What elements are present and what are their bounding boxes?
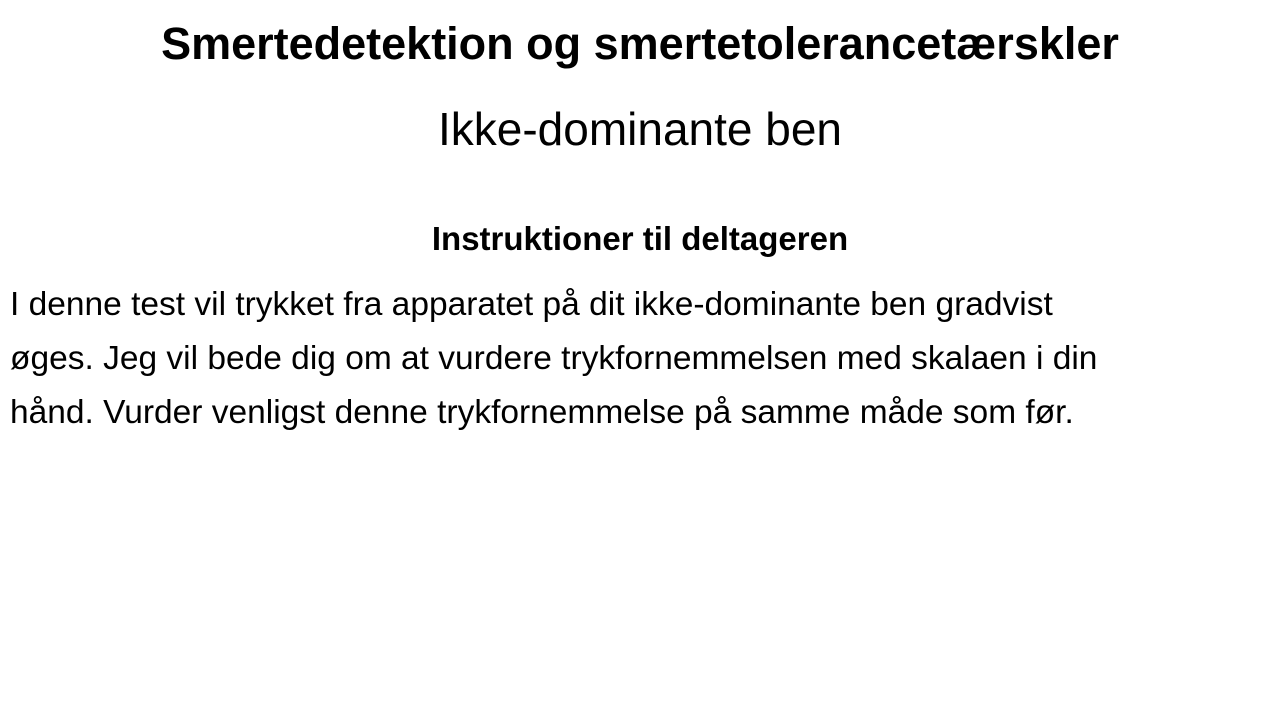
instructions-line: I denne test vil trykket fra apparatet p… [10, 286, 1053, 323]
instructions-text: I denne test vil trykket fra apparatet p… [10, 280, 1275, 442]
instructions-heading: Instruktioner til deltageren [431, 220, 849, 257]
instructions-line: øges. Jeg vil bede dig om at vurdere try… [10, 340, 1098, 377]
slide-subtitle: Ikke-dominante ben [437, 103, 843, 155]
instructions-line: hånd. Vurder venligst denne trykfornemme… [10, 394, 1074, 431]
slide-title: Smertedetektion og smertetolerancetærskl… [161, 18, 1119, 69]
